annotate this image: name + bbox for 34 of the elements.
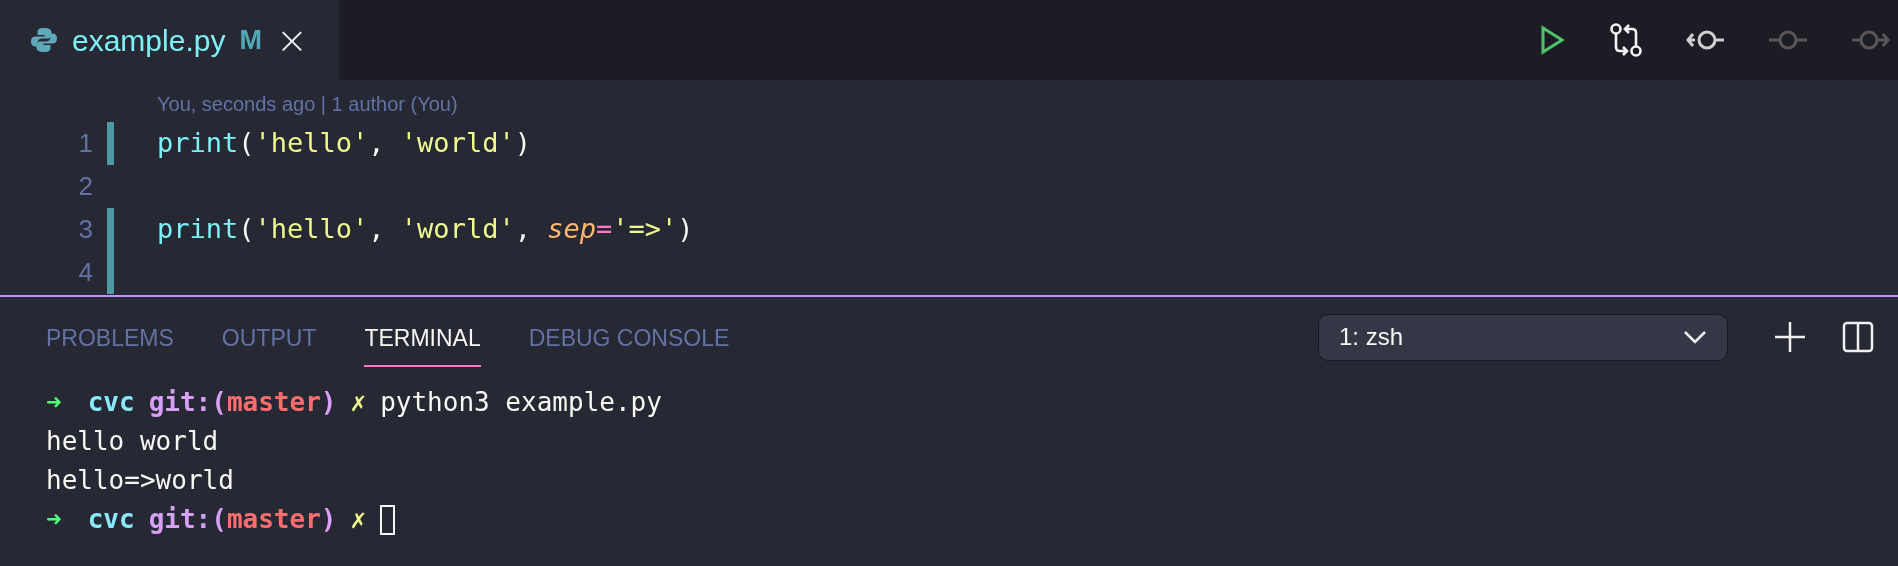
branch-name: master [226, 386, 321, 419]
close-tab-button[interactable]: × [275, 21, 308, 59]
python-logo-icon [30, 26, 58, 54]
line-number: 1 [77, 127, 93, 160]
plus-icon [1774, 321, 1806, 353]
dirty-mark: ✗ [350, 386, 367, 419]
terminal-select[interactable]: 1: zsh [1318, 313, 1728, 361]
git-status-label: M [239, 23, 262, 57]
tab-filename: example.py [72, 22, 226, 59]
branch-name: master [226, 503, 321, 536]
prompt-arrow: ➜ [46, 503, 62, 536]
command-text: python3 example.py [380, 386, 662, 419]
code-line: print('hello', 'world', sep='=>') [157, 212, 694, 247]
compare-icon [1608, 21, 1644, 59]
git-label: git:( [148, 503, 227, 536]
output-text: hello world [46, 425, 219, 458]
directory-name: cvc [87, 503, 135, 536]
git-label: git:( [148, 386, 227, 419]
line-number: 2 [77, 170, 93, 203]
chevron-down-icon [1683, 330, 1707, 344]
dirty-mark: ✗ [350, 503, 367, 536]
directory-name: cvc [87, 386, 135, 419]
line-number: 3 [77, 213, 93, 246]
editor-tab[interactable]: example.py M × [0, 0, 339, 80]
git-label: ) [320, 386, 337, 419]
code-line: print('hello', 'world') [157, 126, 531, 161]
split-panel-icon [1842, 321, 1874, 353]
blame-annotation: You, seconds ago | 1 author (You) [157, 92, 458, 117]
line-number: 4 [77, 256, 93, 289]
prompt-arrow: ➜ [46, 386, 62, 419]
output-text: hello=>world [46, 464, 234, 497]
panel-tab[interactable]: TERMINAL [364, 306, 481, 368]
play-icon [1540, 25, 1566, 55]
git-label: ) [320, 503, 337, 536]
